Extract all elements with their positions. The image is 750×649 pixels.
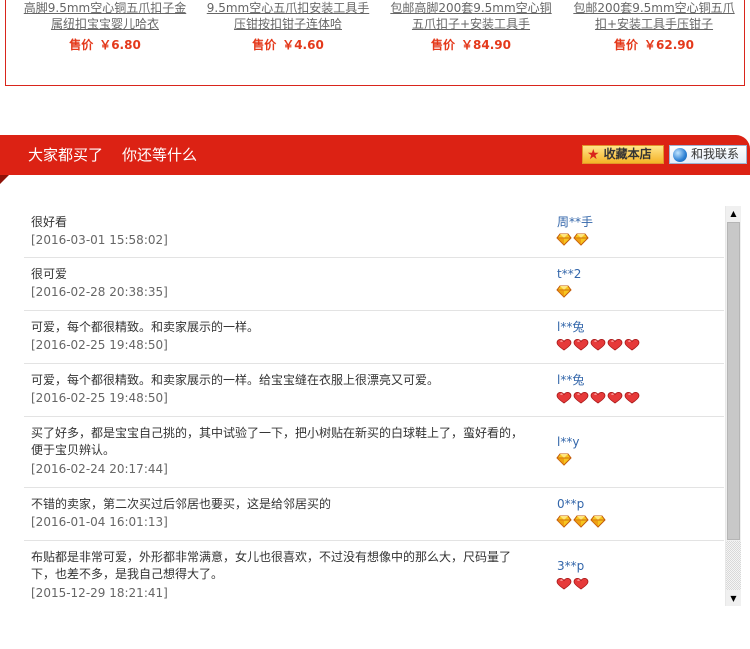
review-date: [2016-03-01 15:58:02] [31,233,168,247]
review-row: 很可爱 [2016-02-28 20:38:35] t**2 [24,258,724,311]
review-date: [2016-02-24 20:17:44] [31,462,168,476]
product-title[interactable]: 包邮200套9.5mm空心铜五爪扣+安装工具手压钳子 [569,0,739,32]
heart-icon [624,391,640,404]
review-row: 很好看 [2016-03-01 15:58:02] 周**手 [24,206,724,258]
review-text: 布贴都是非常可爱，外形都非常满意，女儿也很喜欢，不过没有想像中的那么大，尺码量了… [31,550,512,581]
reviewer-name[interactable]: t**2 [557,267,581,281]
arrow-down-icon[interactable]: ▼ [726,591,741,606]
banner-underline [0,174,750,175]
heart-icon [556,338,572,351]
review-row: 可爱，每个都很精致。和卖家展示的一样。 [2016-02-25 19:48:50… [24,311,724,364]
related-products: 高脚9.5mm空心铜五爪扣子金属纽扣宝宝婴儿哈衣 售价 ￥6.80 9.5mm空心… [5,0,745,86]
product-price: 售价 ￥62.90 [569,36,739,53]
review-list[interactable]: 很好看 [2016-03-01 15:58:02] 周**手 很可爱 [2016… [24,206,724,606]
contact-me-button[interactable]: 和我联系 [669,145,747,164]
section-banner: 大家都买了 你还等什么 ★ 收藏本店 和我联系 [0,135,750,175]
price-value: ￥84.90 [461,38,511,52]
banner-fold [0,175,9,184]
reviewer-name[interactable]: 0**p [557,497,584,511]
reviewer-badges [556,233,589,246]
heart-icon [573,338,589,351]
diamond-icon [556,285,572,298]
reviewer-name[interactable]: l**兔 [557,320,584,334]
reviewer-badges [556,577,589,590]
review-text: 买了好多，都是宝宝自己挑的，其中试验了一下，把小树贴在新买的白球鞋上了，蛮好看的… [31,426,524,457]
review-date: [2016-01-04 16:01:13] [31,515,168,529]
heart-icon [556,391,572,404]
favorite-shop-button[interactable]: ★ 收藏本店 [582,145,664,164]
product-title[interactable]: 包邮高脚200套9.5mm空心铜五爪扣子+安装工具手 [386,0,556,32]
product-title[interactable]: 9.5mm空心五爪扣安装工具手压钳按扣钳子连体哈 [203,0,373,32]
price-label: 售价 [614,38,639,52]
diamond-icon [590,515,606,528]
arrow-up-icon[interactable]: ▲ [726,206,741,221]
diamond-icon [573,233,589,246]
heart-icon [573,577,589,590]
review-text: 可爱，每个都很精致。和卖家展示的一样。给宝宝缝在衣服上很漂亮又可爱。 [31,373,440,387]
heart-icon [624,338,640,351]
review-date: [2016-02-25 19:48:50] [31,338,168,352]
tab-what-are-you-waiting[interactable]: 你还等什么 [122,146,197,164]
banner-tabs: 大家都买了 你还等什么 [28,146,197,164]
reviewer-name[interactable]: 3**p [557,559,584,573]
review-row: 买了好多，都是宝宝自己挑的，其中试验了一下，把小树贴在新买的白球鞋上了，蛮好看的… [24,417,724,488]
tab-everyone-bought[interactable]: 大家都买了 [28,146,103,164]
heart-icon [607,338,623,351]
heart-icon [590,338,606,351]
review-scrollbar[interactable]: ▲ ▼ [725,206,741,606]
price-value: ￥4.60 [282,38,324,52]
heart-icon [573,391,589,404]
product-card[interactable]: 9.5mm空心五爪扣安装工具手压钳按扣钳子连体哈 售价 ￥4.60 [203,0,373,53]
reviewer-badges [556,453,572,466]
reviewer-name[interactable]: l**y [557,435,579,449]
review-text: 可爱，每个都很精致。和卖家展示的一样。 [31,320,260,334]
review-date: [2016-02-25 19:48:50] [31,391,168,405]
review-row: 布贴都是非常可爱，外形都非常满意，女儿也很喜欢，不过没有想像中的那么大，尺码量了… [24,541,724,606]
heart-icon [556,577,572,590]
product-card[interactable]: 高脚9.5mm空心铜五爪扣子金属纽扣宝宝婴儿哈衣 售价 ￥6.80 [20,0,190,53]
diamond-icon [573,515,589,528]
price-label: 售价 [431,38,456,52]
review-text: 不错的卖家，第二次买过后邻居也要买，这是给邻居买的 [31,497,332,511]
product-card[interactable]: 包邮200套9.5mm空心铜五爪扣+安装工具手压钳子 售价 ￥62.90 [569,0,739,53]
reviewer-name[interactable]: l**兔 [557,373,584,387]
scrollbar-track[interactable] [726,541,741,590]
price-label: 售价 [69,38,94,52]
reviewer-badges [556,391,640,404]
review-row: 可爱，每个都很精致。和卖家展示的一样。给宝宝缝在衣服上很漂亮又可爱。 [2016… [24,364,724,417]
reviewer-badges [556,338,640,351]
product-price: 售价 ￥4.60 [203,36,373,53]
review-text: 很好看 [31,215,68,229]
diamond-icon [556,233,572,246]
review-date: [2016-02-28 20:38:35] [31,285,168,299]
reviewer-badges [556,285,572,298]
scrollbar-thumb[interactable] [727,222,740,540]
diamond-icon [556,453,572,466]
price-value: ￥6.80 [99,38,141,52]
globe-icon [673,147,687,162]
price-label: 售价 [252,38,277,52]
review-text: 很可爱 [31,267,68,281]
price-value: ￥62.90 [644,38,694,52]
review-date: [2015-12-29 18:21:41] [31,586,168,600]
review-row: 不错的卖家，第二次买过后邻居也要买，这是给邻居买的 [2016-01-04 16… [24,488,724,541]
product-price: 售价 ￥6.80 [20,36,190,53]
heart-icon [607,391,623,404]
diamond-icon [556,515,572,528]
reviewer-name[interactable]: 周**手 [557,215,593,229]
heart-icon [590,391,606,404]
contact-me-label: 和我联系 [691,147,740,161]
star-icon: ★ [587,146,600,163]
favorite-shop-label: 收藏本店 [603,147,652,161]
reviewer-badges [556,515,606,528]
product-price: 售价 ￥84.90 [386,36,556,53]
product-title[interactable]: 高脚9.5mm空心铜五爪扣子金属纽扣宝宝婴儿哈衣 [20,0,190,32]
product-card[interactable]: 包邮高脚200套9.5mm空心铜五爪扣子+安装工具手 售价 ￥84.90 [386,0,556,53]
